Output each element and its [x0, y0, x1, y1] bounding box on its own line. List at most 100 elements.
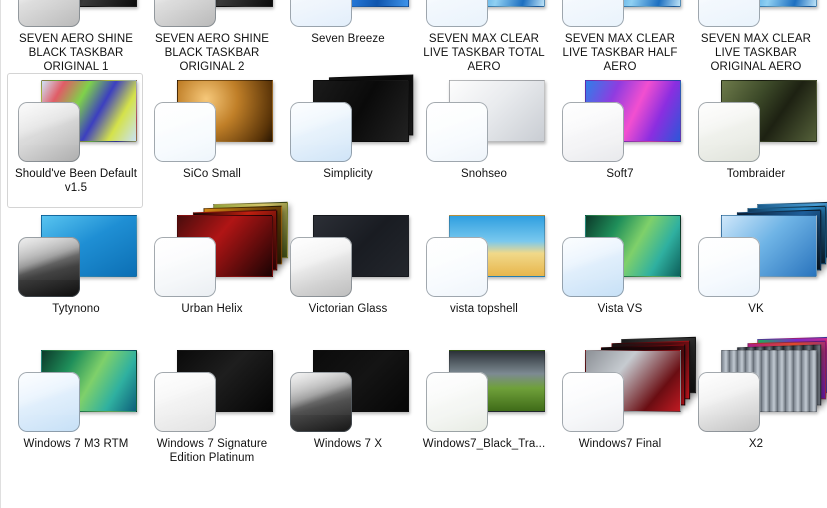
glass-pane-border — [18, 102, 80, 162]
theme-name-label: Windows7 Final — [578, 438, 662, 450]
glass-pane-border — [290, 0, 352, 27]
window-glass-preview — [18, 237, 80, 297]
glass-pane-border — [426, 102, 488, 162]
theme-tile[interactable]: Windows 7 X — [279, 343, 415, 478]
theme-name-label: Vista VS — [597, 303, 643, 315]
theme-thumbnail — [8, 344, 144, 436]
glass-pane-border — [562, 0, 624, 27]
window-glass-preview — [290, 102, 352, 162]
theme-name-label: Snohseo — [460, 168, 508, 180]
theme-thumbnail — [144, 74, 280, 166]
glass-pane-border — [290, 237, 352, 297]
theme-tile[interactable]: Victorian Glass — [279, 208, 415, 343]
glass-pane-border — [562, 102, 624, 162]
theme-tile[interactable]: Snohseo — [415, 73, 551, 208]
window-glass-preview — [426, 372, 488, 432]
window-glass-preview — [426, 102, 488, 162]
window-glass-preview — [290, 0, 352, 27]
theme-thumbnail — [280, 209, 416, 301]
window-glass-preview — [154, 372, 216, 432]
theme-tile[interactable]: Simplicity — [279, 73, 415, 208]
theme-tile[interactable]: Should've Been Default v1.5 — [7, 73, 143, 208]
theme-name-label: VK — [748, 303, 764, 315]
window-glass-preview — [426, 237, 488, 297]
theme-name-label: Windows 7 M3 RTM — [23, 438, 129, 450]
glass-pane-border — [154, 0, 216, 27]
window-glass-preview — [18, 102, 80, 162]
window-glass-preview — [562, 372, 624, 432]
window-glass-preview — [562, 237, 624, 297]
theme-tile[interactable]: SEVEN MAX CLEAR LIVE TASKBAR HALF AERO — [551, 0, 687, 73]
window-glass-preview — [698, 102, 760, 162]
theme-tile[interactable]: Seven Breeze — [279, 0, 415, 73]
theme-thumbnail — [688, 201, 827, 301]
theme-name-label: Windows 7 X — [313, 438, 383, 450]
window-glass-preview — [18, 0, 80, 27]
theme-thumbnail — [416, 209, 552, 301]
theme-thumbnail — [688, 336, 827, 436]
theme-name-label: SiCo Small — [183, 168, 241, 180]
theme-thumbnail — [8, 0, 144, 31]
theme-name-label: Seven Breeze — [311, 33, 385, 45]
window-glass-preview — [290, 237, 352, 297]
theme-gallery-window: SEVEN AERO SHINE BLACK TASKBAR ORIGINAL … — [0, 0, 827, 508]
theme-tile[interactable]: Soft7 — [551, 73, 687, 208]
theme-tile[interactable]: Windows 7 M3 RTM — [7, 343, 143, 478]
theme-tile[interactable]: vista topshell — [415, 208, 551, 343]
theme-thumbnail — [144, 201, 289, 301]
glass-pane-border — [698, 372, 760, 432]
glass-pane-border — [698, 102, 760, 162]
theme-tile[interactable]: SEVEN AERO SHINE BLACK TASKBAR ORIGINAL … — [143, 0, 279, 73]
theme-tile[interactable]: X2 — [687, 336, 827, 478]
theme-thumbnail — [280, 74, 416, 166]
theme-name-label: X2 — [748, 438, 764, 450]
theme-tile[interactable]: VK — [687, 201, 827, 343]
theme-thumbnail — [688, 0, 824, 31]
theme-thumbnail — [552, 0, 688, 31]
glass-pane-border — [290, 372, 352, 432]
window-glass-preview — [698, 237, 760, 297]
glass-pane-border — [426, 237, 488, 297]
theme-tile[interactable]: SEVEN MAX CLEAR LIVE TASKBAR TOTAL AERO — [415, 0, 551, 73]
theme-tile[interactable]: Windows7_Black_Tra... — [415, 343, 551, 478]
glass-pane-border — [154, 102, 216, 162]
theme-name-label: SEVEN MAX CLEAR LIVE TASKBAR TOTAL AERO — [423, 33, 545, 73]
window-glass-preview — [18, 372, 80, 432]
theme-tile[interactable]: Urban Helix — [143, 201, 289, 343]
theme-tile[interactable]: Tombraider — [687, 73, 823, 208]
glass-pane-border — [18, 372, 80, 432]
theme-thumbnail — [144, 0, 280, 31]
theme-thumbnail — [280, 0, 416, 31]
theme-thumbnail — [688, 74, 824, 166]
theme-thumbnail — [280, 344, 416, 436]
glass-pane-border — [18, 0, 80, 27]
theme-tile[interactable]: SiCo Small — [143, 73, 279, 208]
theme-name-label: Soft7 — [606, 168, 634, 180]
theme-tile[interactable]: SEVEN MAX CLEAR LIVE TASKBAR ORIGINAL AE… — [687, 0, 823, 73]
glass-pane-border — [426, 0, 488, 27]
glass-pane-border — [426, 372, 488, 432]
window-glass-preview — [698, 372, 760, 432]
theme-name-label: SEVEN AERO SHINE BLACK TASKBAR ORIGINAL … — [154, 33, 270, 73]
glass-pane-border — [698, 237, 760, 297]
glass-pane-border — [562, 237, 624, 297]
window-left-border — [0, 0, 1, 508]
theme-name-label: Simplicity — [323, 168, 373, 180]
theme-name-label: vista topshell — [450, 303, 518, 315]
theme-name-label: SEVEN MAX CLEAR LIVE TASKBAR ORIGINAL AE… — [700, 33, 812, 73]
theme-tile[interactable]: Tytynono — [7, 208, 143, 343]
theme-name-label: SEVEN AERO SHINE BLACK TASKBAR ORIGINAL … — [18, 33, 134, 73]
window-glass-preview — [290, 372, 352, 432]
window-glass-preview — [698, 0, 760, 27]
theme-tile[interactable]: Windows7 Final — [551, 336, 697, 478]
theme-name-label: Victorian Glass — [308, 303, 388, 315]
window-glass-preview — [154, 237, 216, 297]
glass-pane-border — [290, 102, 352, 162]
theme-tile[interactable]: Vista VS — [551, 208, 687, 343]
window-glass-preview — [154, 0, 216, 27]
theme-thumbnail — [416, 0, 552, 31]
theme-tile[interactable]: Windows 7 Signature Edition Platinum — [143, 343, 279, 478]
theme-thumbnail — [552, 209, 688, 301]
theme-tile[interactable]: SEVEN AERO SHINE BLACK TASKBAR ORIGINAL … — [7, 0, 143, 73]
glass-pane-border — [698, 0, 760, 27]
